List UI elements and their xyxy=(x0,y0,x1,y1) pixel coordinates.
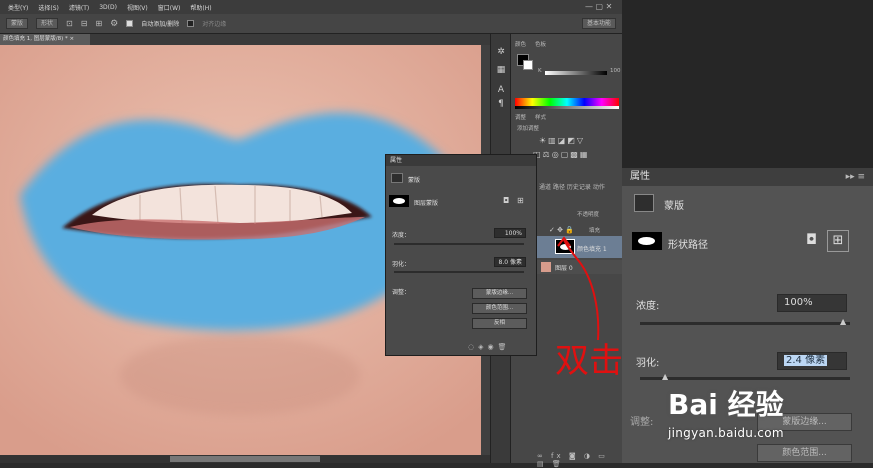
tab-color[interactable]: 颜色 xyxy=(515,40,526,48)
properties-panel-small: 属性 蒙版 图层蒙版 ◘ ⊞ 浓度： 100% 羽化： 8.0 像素 调整： 蒙… xyxy=(385,154,537,356)
adjustment-icons-row1[interactable]: ☀▥◪◩▽ xyxy=(539,136,585,145)
align-edges-checkbox[interactable] xyxy=(187,20,195,27)
feather-value[interactable]: 2.4 像素 xyxy=(777,352,847,370)
window-controls[interactable]: — ▢ ✕ xyxy=(585,2,620,12)
opacity-label: 不透明度 xyxy=(577,212,600,218)
tab-swatches[interactable]: 色板 xyxy=(535,40,546,48)
adjustment-icons-row2[interactable]: ◫⚖◎▢▩▦ xyxy=(533,150,589,159)
options-bar: 蒙版 形状 ⊡ ⊟ ⊞ ⚙ 自动添加/删除 对齐边缘 xyxy=(0,14,622,34)
menu-item-view[interactable]: 视图(V) xyxy=(127,3,148,12)
apply-mask-icon[interactable]: ⊞ xyxy=(517,196,524,205)
mask-mode-button[interactable]: 蒙版 xyxy=(6,18,29,29)
feather-slider-thumb[interactable]: ▲ xyxy=(662,372,668,381)
density-slider-thumb[interactable]: ▲ xyxy=(840,317,846,326)
path-ops-icon[interactable]: ⊡ xyxy=(66,19,73,28)
menu-item-type[interactable]: 类型(Y) xyxy=(8,3,28,12)
horizontal-scroll-thumb[interactable] xyxy=(170,456,320,462)
color-range-button[interactable]: 颜色范围... xyxy=(757,444,852,462)
character-icon[interactable]: A xyxy=(495,84,507,96)
adjust-icon[interactable]: ✲ xyxy=(495,46,507,58)
layer-panel-tabs[interactable]: 通道 路径 历史记录 动作 xyxy=(539,182,605,191)
feather-slider[interactable] xyxy=(640,377,850,380)
panel-header[interactable]: 属性 xyxy=(386,155,536,166)
mask-label: 蒙版 xyxy=(408,177,421,184)
desktop-background xyxy=(622,0,873,168)
watermark-url: jingyan.baidu.com xyxy=(668,426,784,440)
adjust-label: 调整： xyxy=(392,289,411,296)
path-label: 形状路径 xyxy=(668,240,708,251)
mask-icon xyxy=(391,173,403,183)
mask-edge-button[interactable]: 蒙版边缘... xyxy=(472,288,527,299)
annotation-text: 双击 xyxy=(555,341,623,381)
layout-icon[interactable]: ▦ xyxy=(495,64,507,76)
color-ramp[interactable] xyxy=(515,98,619,106)
tab-styles[interactable]: 样式 xyxy=(535,113,546,121)
select-mask-icon[interactable]: ◘ xyxy=(806,232,817,248)
menu-item-3d[interactable]: 3D(D) xyxy=(99,4,117,11)
adjust-label: 调整: xyxy=(630,417,654,428)
menu-bar: 类型(Y) 选择(S) 滤镜(T) 3D(D) 视图(V) 窗口(W) 帮助(H… xyxy=(0,0,622,14)
feather-slider[interactable] xyxy=(394,271,524,273)
shape-mode-button[interactable]: 形状 xyxy=(36,18,59,29)
panel-menu-icon[interactable]: ▸▸ ≡ xyxy=(846,172,865,182)
density-label: 浓度： xyxy=(392,232,411,239)
density-value[interactable]: 100% xyxy=(494,228,526,238)
feather-value[interactable]: 8.0 像素 xyxy=(494,257,526,267)
paragraph-icon[interactable]: ¶ xyxy=(495,98,507,110)
baidu-logo: Bai 经验 xyxy=(668,388,784,421)
path-align-icon[interactable]: ⊟ xyxy=(81,19,88,28)
gray-ramp[interactable] xyxy=(515,106,619,109)
density-value[interactable]: 100% xyxy=(777,294,847,312)
menu-item-help[interactable]: 帮助(H) xyxy=(190,3,211,12)
background-color-swatch[interactable] xyxy=(523,60,533,70)
auto-add-checkbox[interactable] xyxy=(126,20,134,27)
auto-add-label: 自动添加/删除 xyxy=(141,21,180,28)
path-label: 图层蒙版 xyxy=(414,200,439,207)
document-tab[interactable]: 颜色填充 1, 图层蒙版/8) * × xyxy=(0,34,90,45)
panel-footer-icons[interactable]: ◌◈◉🗑 xyxy=(468,343,511,351)
gear-icon[interactable]: ⚙ xyxy=(110,19,118,29)
path-thumbnail xyxy=(389,195,409,207)
tab-adjust[interactable]: 调整 xyxy=(515,113,526,121)
apply-mask-icon[interactable]: ⊞ xyxy=(827,230,849,252)
menu-item-select[interactable]: 选择(S) xyxy=(38,3,59,12)
density-slider[interactable] xyxy=(394,243,524,245)
menu-item-window[interactable]: 窗口(W) xyxy=(158,3,181,12)
layer-panel-footer-icons[interactable]: ∞ fx ◙ ◑ ▭ ▤ 🗑 xyxy=(537,452,622,468)
density-slider[interactable] xyxy=(640,322,850,325)
path-arrange-icon[interactable]: ⊞ xyxy=(95,19,102,28)
k-label: K xyxy=(538,68,542,74)
menu-item-filter[interactable]: 滤镜(T) xyxy=(69,3,89,12)
feather-label: 羽化： xyxy=(392,261,411,268)
color-range-button[interactable]: 颜色范围... xyxy=(472,303,527,314)
panel-header[interactable]: 属性 xyxy=(622,168,873,186)
workspace-select[interactable]: 基本功能 xyxy=(582,18,617,29)
k-slider[interactable] xyxy=(545,71,607,75)
mask-label: 蒙版 xyxy=(664,201,684,212)
add-adjustment-label: 添加调整 xyxy=(517,126,540,132)
k-value: 100 xyxy=(610,68,621,74)
select-mask-icon[interactable]: ◘ xyxy=(503,196,509,205)
invert-button[interactable]: 反相 xyxy=(472,318,527,329)
align-edges-label: 对齐边缘 xyxy=(202,21,227,28)
mask-icon xyxy=(634,194,654,212)
